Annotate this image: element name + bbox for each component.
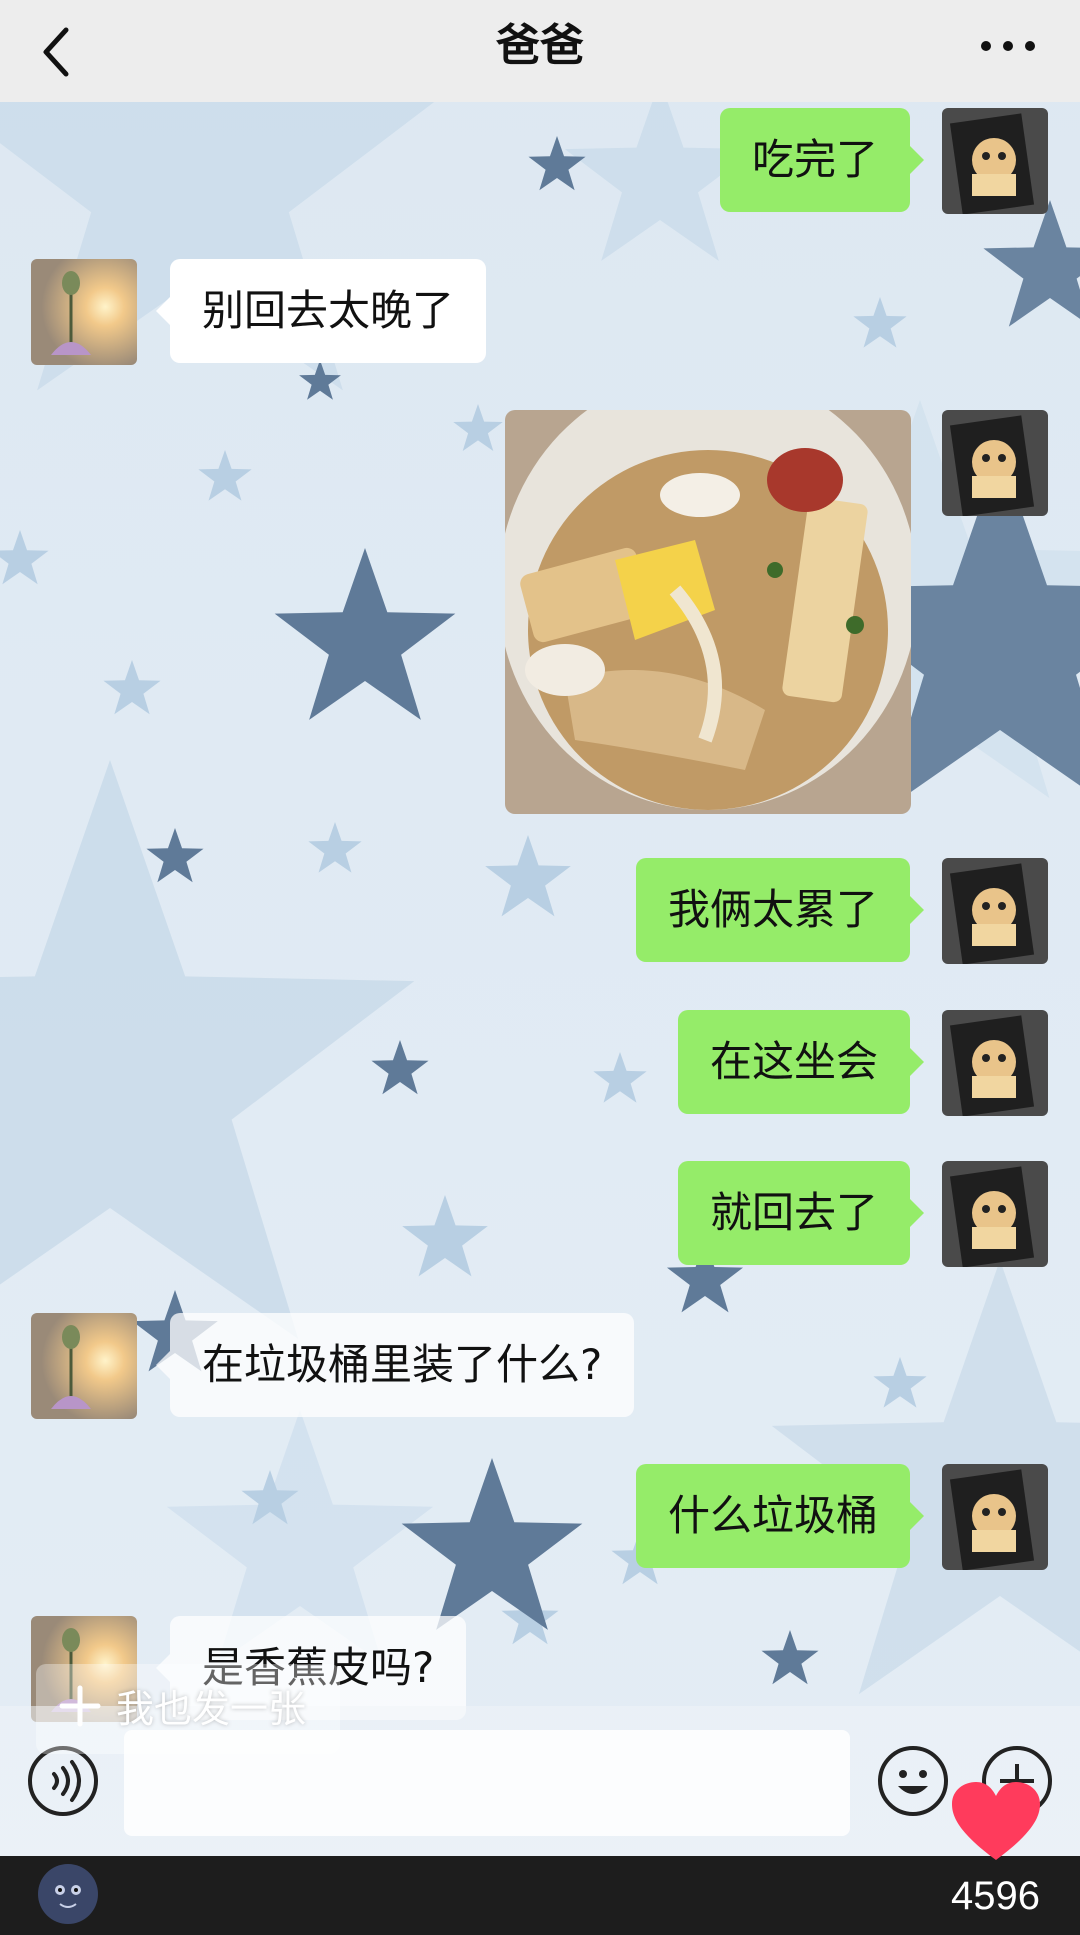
bottom-bar xyxy=(0,1856,1080,1935)
message-bubble-sent[interactable]: 在这坐会 xyxy=(677,1010,925,1114)
message-bubble-sent[interactable]: 什么垃圾桶 xyxy=(635,1464,925,1568)
chat-header: 爸爸 xyxy=(0,0,1080,102)
plus-icon xyxy=(59,1685,101,1727)
my-avatar[interactable] xyxy=(942,108,1048,214)
message-bubble-received[interactable]: 在垃圾桶里装了什么? xyxy=(155,1313,635,1417)
my-avatar[interactable] xyxy=(942,1464,1048,1570)
my-avatar[interactable] xyxy=(942,858,1048,964)
my-avatar[interactable] xyxy=(942,410,1048,516)
my-avatar[interactable] xyxy=(942,1161,1048,1267)
my-avatar[interactable] xyxy=(942,1010,1048,1116)
emoji-icon[interactable] xyxy=(876,1744,950,1818)
user-avatar-icon[interactable] xyxy=(36,1862,100,1926)
like-heart-icon[interactable] xyxy=(950,1780,1042,1864)
message-bubble-sent[interactable]: 吃完了 xyxy=(719,108,925,212)
message-bubble-sent[interactable]: 我俩太累了 xyxy=(635,858,925,962)
chat-background xyxy=(0,0,1080,1935)
voice-icon[interactable] xyxy=(26,1744,100,1818)
message-bubble-received[interactable]: 别回去太晚了 xyxy=(155,259,487,363)
food-photo-image[interactable] xyxy=(505,410,911,814)
message-bubble-sent[interactable]: 就回去了 xyxy=(677,1161,925,1265)
chat-title: 爸爸 xyxy=(496,20,584,71)
dad-avatar[interactable] xyxy=(31,259,137,365)
post-also-label: 我也发一张 xyxy=(116,1687,307,1731)
dad-avatar[interactable] xyxy=(31,1313,137,1419)
more-dots-icon[interactable] xyxy=(976,26,1040,66)
post-also-button[interactable]: 我也发一张 xyxy=(36,1664,340,1754)
like-count: 4596 xyxy=(951,1874,1040,1918)
